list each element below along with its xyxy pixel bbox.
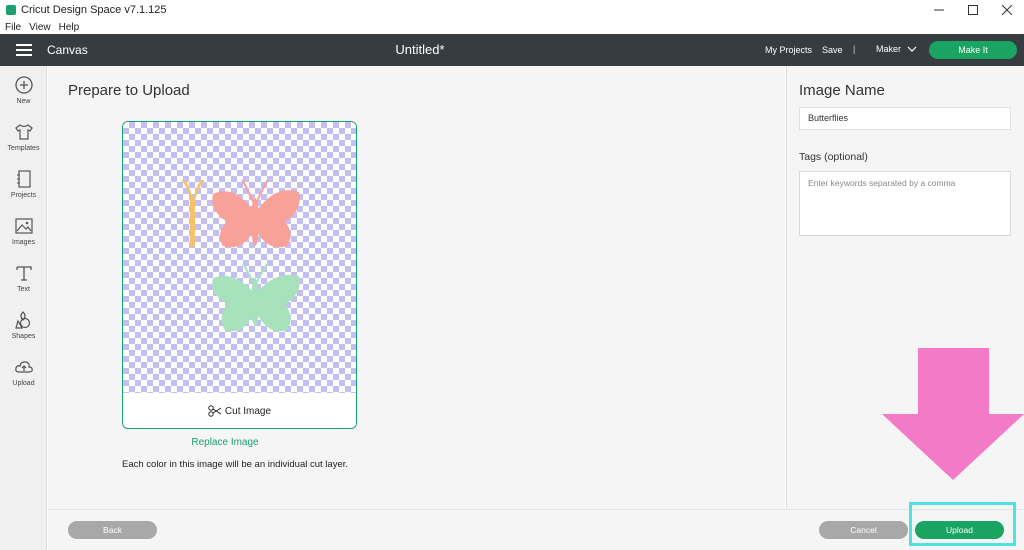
sidebar-item-text[interactable]: Text <box>0 263 47 293</box>
text-icon <box>15 266 32 281</box>
cut-image-label-row: Cut Image <box>123 393 356 428</box>
image-preview-card: Cut Image <box>122 121 357 429</box>
minimize-button[interactable] <box>922 0 956 20</box>
cut-image-label: Cut Image <box>224 405 272 417</box>
document-title: Untitled* <box>395 42 445 57</box>
back-button[interactable]: Back <box>68 521 157 539</box>
chevron-down-icon <box>907 46 917 52</box>
image-icon <box>14 218 33 234</box>
image-name-input[interactable]: Butterflies <box>799 107 1011 130</box>
make-it-button[interactable]: Make It <box>929 41 1017 59</box>
save-link[interactable]: Save <box>822 45 843 55</box>
close-window-button[interactable] <box>990 0 1024 20</box>
scissors-icon <box>208 405 222 417</box>
butterflies-image <box>181 179 300 332</box>
sidebar-item-shapes[interactable]: Shapes <box>0 310 47 340</box>
sidebar-item-projects[interactable]: Projects <box>0 169 47 199</box>
cancel-button[interactable]: Cancel <box>819 521 908 539</box>
menu-view[interactable]: View <box>29 22 51 33</box>
menu-file[interactable]: File <box>5 22 21 33</box>
sidebar-label-upload: Upload <box>12 380 35 387</box>
maximize-button[interactable] <box>956 0 990 20</box>
maximize-icon <box>968 5 978 15</box>
menu-bar: File View Help <box>0 20 87 34</box>
sidebar-label-text: Text <box>17 286 30 293</box>
cloud-upload-icon <box>14 361 33 373</box>
sidebar-label-projects: Projects <box>10 192 37 199</box>
upload-highlight-box <box>909 502 1016 546</box>
cut-layer-info: Each color in this image will be an indi… <box>122 459 349 470</box>
pink-arrow-down-icon <box>882 348 1024 480</box>
sidebar-label-new: New <box>16 98 31 105</box>
app-header: Canvas Untitled* My Projects Save | Make… <box>0 34 1024 66</box>
sidebar-item-new[interactable]: New <box>0 75 47 105</box>
window-controls <box>922 0 1024 20</box>
sidebar-item-upload[interactable]: Upload <box>0 357 47 387</box>
sidebar-item-templates[interactable]: Templates <box>0 122 47 152</box>
machine-selector[interactable]: Maker <box>876 44 917 54</box>
minimize-icon <box>934 9 944 11</box>
sidebar-label-images: Images <box>12 239 35 246</box>
my-projects-link[interactable]: My Projects <box>765 45 812 55</box>
tags-input[interactable] <box>799 171 1011 236</box>
plus-circle-icon <box>14 76 33 94</box>
window-title: Cricut Design Space v7.1.125 <box>21 4 167 16</box>
transparency-checkerboard <box>123 122 356 393</box>
close-icon <box>1002 5 1012 15</box>
image-name-heading: Image Name <box>799 82 885 99</box>
replace-image-link[interactable]: Replace Image <box>122 437 328 448</box>
notebook-icon <box>16 170 31 188</box>
window-title-bar: Cricut Design Space v7.1.125 <box>0 0 1024 20</box>
shapes-icon <box>14 311 30 329</box>
tshirt-icon <box>14 124 33 140</box>
app-logo-icon <box>6 5 16 15</box>
pink-butterfly-icon <box>212 179 300 248</box>
green-butterfly-icon <box>212 263 300 332</box>
sidebar-label-templates: Templates <box>7 145 40 152</box>
orange-butterfly-icon <box>181 180 205 247</box>
sidebar-label-shapes: Shapes <box>11 333 36 340</box>
sidebar-item-images[interactable]: Images <box>0 216 47 246</box>
left-sidebar: New Templates Projects Images Text Shape… <box>0 66 47 550</box>
tags-label: Tags (optional) <box>799 151 868 163</box>
header-separator: | <box>853 44 856 54</box>
machine-label: Maker <box>876 44 902 54</box>
menu-help[interactable]: Help <box>59 22 80 33</box>
page-title: Prepare to Upload <box>68 82 190 99</box>
